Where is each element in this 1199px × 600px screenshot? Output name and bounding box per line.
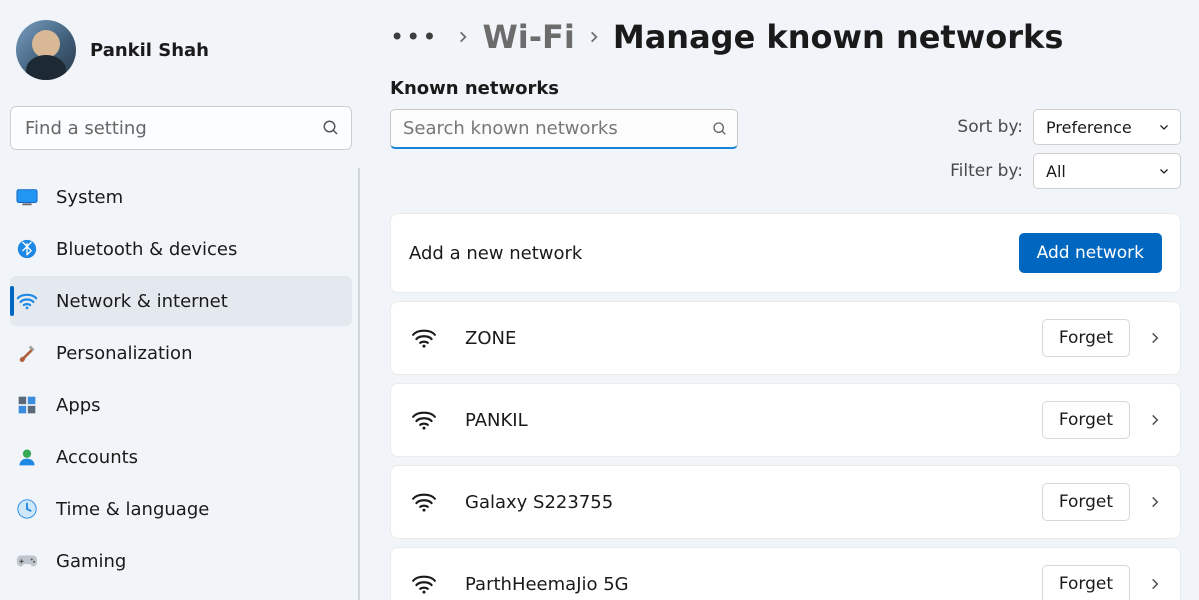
chevron-right-icon <box>581 30 607 44</box>
search-settings-input[interactable] <box>10 106 352 150</box>
sidebar-item-network[interactable]: Network & internet <box>10 276 352 326</box>
network-row[interactable]: ZONE Forget <box>390 301 1181 375</box>
search-icon <box>712 121 728 137</box>
sidebar-item-personalization[interactable]: Personalization <box>10 328 352 378</box>
toolbar: Sort by: Preference Filter by: All <box>390 109 1181 189</box>
filter-by-select[interactable]: All <box>1033 153 1181 189</box>
chevron-right-icon <box>1148 413 1162 427</box>
sort-by-value: Preference <box>1046 118 1132 137</box>
chevron-right-icon <box>1148 495 1162 509</box>
sidebar-item-label: Network & internet <box>56 291 228 312</box>
chevron-right-icon <box>1148 577 1162 591</box>
network-row[interactable]: PANKIL Forget <box>390 383 1181 457</box>
forget-button[interactable]: Forget <box>1042 565 1130 600</box>
network-list: Add a new network Add network ZONE Forge… <box>390 213 1181 600</box>
chevron-down-icon <box>1158 165 1170 177</box>
sidebar-item-system[interactable]: System <box>10 172 352 222</box>
avatar <box>16 20 76 80</box>
network-row[interactable]: Galaxy S223755 Forget <box>390 465 1181 539</box>
sidebar-item-label: Bluetooth & devices <box>56 239 237 260</box>
chevron-right-icon <box>450 30 476 44</box>
wifi-icon <box>409 327 439 349</box>
sidebar-item-label: Gaming <box>56 551 126 572</box>
wifi-icon <box>16 290 38 312</box>
breadcrumb-wifi[interactable]: Wi-Fi <box>482 18 574 56</box>
add-network-title: Add a new network <box>409 243 582 264</box>
network-name: ParthHeemaJio 5G <box>465 574 629 595</box>
filter-by-value: All <box>1046 162 1066 181</box>
network-row[interactable]: ParthHeemaJio 5G Forget <box>390 547 1181 600</box>
sidebar-item-label: System <box>56 187 123 208</box>
sort-row: Sort by: Preference <box>957 109 1181 145</box>
network-name: Galaxy S223755 <box>465 492 613 513</box>
filter-by-label: Filter by: <box>950 161 1023 181</box>
network-name: ZONE <box>465 328 516 349</box>
search-networks <box>390 109 738 149</box>
forget-button[interactable]: Forget <box>1042 483 1130 521</box>
apps-icon <box>16 394 38 416</box>
expand-row-button[interactable] <box>1148 331 1162 345</box>
search-networks-input[interactable] <box>390 109 738 149</box>
wifi-icon <box>409 409 439 431</box>
breadcrumb: ••• Wi-Fi Manage known networks <box>390 18 1181 56</box>
sidebar-item-label: Time & language <box>56 499 209 520</box>
sidebar: Pankil Shah System Bluetooth & devices N… <box>0 0 360 600</box>
sort-by-label: Sort by: <box>957 117 1023 137</box>
known-networks-header: Known networks <box>390 78 1181 99</box>
bluetooth-icon <box>16 238 38 260</box>
expand-row-button[interactable] <box>1148 413 1162 427</box>
sidebar-item-accounts[interactable]: Accounts <box>10 432 352 482</box>
expand-row-button[interactable] <box>1148 495 1162 509</box>
search-settings <box>10 106 352 150</box>
nav: System Bluetooth & devices Network & int… <box>10 168 360 600</box>
sidebar-item-bluetooth[interactable]: Bluetooth & devices <box>10 224 352 274</box>
breadcrumb-more-icon[interactable]: ••• <box>390 23 444 51</box>
filters: Sort by: Preference Filter by: All <box>950 109 1181 189</box>
search-icon <box>322 119 340 137</box>
sidebar-item-gaming[interactable]: Gaming <box>10 536 352 586</box>
wifi-icon <box>409 491 439 513</box>
system-icon <box>16 186 38 208</box>
sidebar-item-label: Apps <box>56 395 101 416</box>
forget-button[interactable]: Forget <box>1042 319 1130 357</box>
clock-icon <box>16 498 38 520</box>
add-network-row: Add a new network Add network <box>390 213 1181 293</box>
wifi-icon <box>409 573 439 595</box>
sidebar-item-time[interactable]: Time & language <box>10 484 352 534</box>
chevron-down-icon <box>1158 121 1170 133</box>
gaming-icon <box>16 550 38 572</box>
sidebar-item-apps[interactable]: Apps <box>10 380 352 430</box>
expand-row-button[interactable] <box>1148 577 1162 591</box>
forget-button[interactable]: Forget <box>1042 401 1130 439</box>
filter-row: Filter by: All <box>950 153 1181 189</box>
sidebar-item-label: Personalization <box>56 343 192 364</box>
sidebar-item-label: Accounts <box>56 447 138 468</box>
add-network-button[interactable]: Add network <box>1019 233 1162 273</box>
sort-by-select[interactable]: Preference <box>1033 109 1181 145</box>
accounts-icon <box>16 446 38 468</box>
user-name: Pankil Shah <box>90 40 209 61</box>
page-title: Manage known networks <box>613 18 1064 56</box>
main-content: ••• Wi-Fi Manage known networks Known ne… <box>360 0 1199 600</box>
chevron-right-icon <box>1148 331 1162 345</box>
profile[interactable]: Pankil Shah <box>10 10 360 98</box>
network-name: PANKIL <box>465 410 528 431</box>
brush-icon <box>16 342 38 364</box>
